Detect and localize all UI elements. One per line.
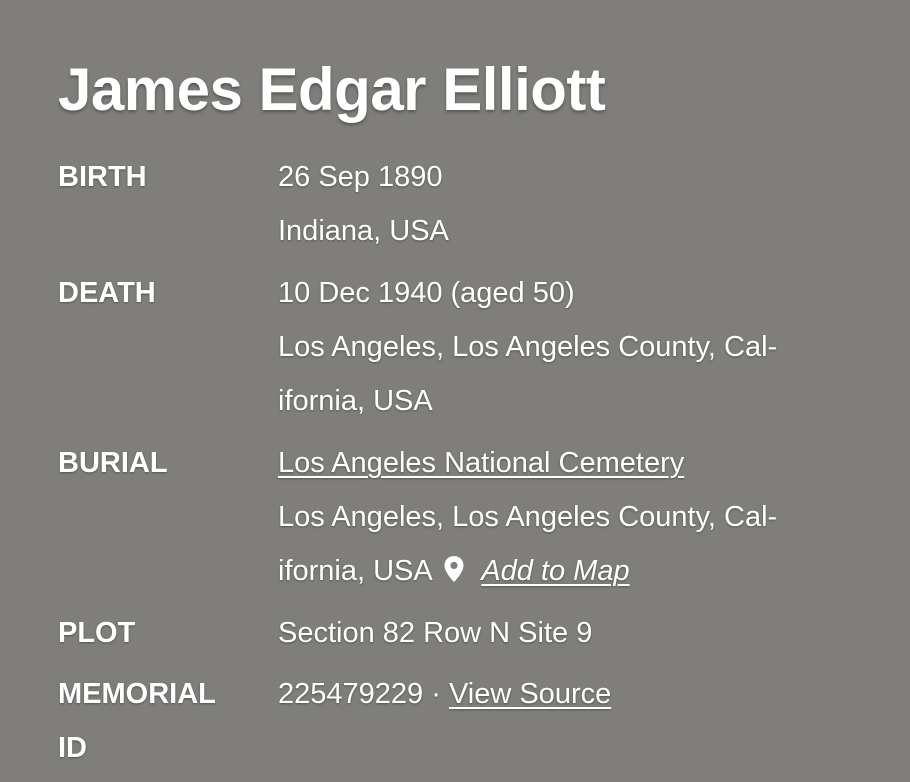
burial-place-line2-wrap: ifornia, USA Add to Map <box>278 544 878 601</box>
birth-label: BIRTH <box>58 161 147 193</box>
page-title: James Edgar Elliott <box>58 56 606 123</box>
death-place-line1: Los Angeles, Los Angeles County, Cal- <box>278 331 778 363</box>
plot-value: Section 82 Row N Site 9 <box>278 606 878 660</box>
cemetery-link[interactable]: Los Angeles National Cemetery <box>278 447 684 479</box>
memorial-header: James Edgar Elliott BIRTH 26 Sep 1890 In… <box>0 0 910 782</box>
memorial-id-value: 225479229 · View Source <box>278 667 878 721</box>
map-pin-icon <box>443 547 465 601</box>
plot-label: PLOT <box>58 617 136 649</box>
birth-value: 26 Sep 1890 Indiana, USA <box>278 150 878 258</box>
death-label: DEATH <box>58 277 156 309</box>
plot-text: Section 82 Row N Site 9 <box>278 617 593 649</box>
add-to-map-link[interactable]: Add to Map <box>481 555 629 587</box>
memorial-id-label-line1: MEMORIAL <box>58 678 216 710</box>
memorial-id-label: MEMORIAL ID <box>58 667 258 775</box>
memorial-id-number: 225479229 <box>278 678 424 710</box>
burial-value: Los Angeles National Cemetery Los Angele… <box>278 436 878 601</box>
death-value: 10 Dec 1940 (aged 50) Los Angeles, Los A… <box>278 266 878 428</box>
birth-date: 26 Sep 1890 <box>278 161 443 193</box>
birth-place: Indiana, USA <box>278 215 449 247</box>
death-date: 10 Dec 1940 (aged 50) <box>278 277 575 309</box>
burial-label: BURIAL <box>58 447 168 479</box>
memorial-id-separator: · <box>431 678 441 710</box>
memorial-id-label-line2: ID <box>58 732 87 764</box>
burial-place-line1: Los Angeles, Los Angeles County, Cal- <box>278 501 778 533</box>
burial-place-line2: ifornia, USA <box>278 555 432 587</box>
view-source-link[interactable]: View Source <box>449 678 611 710</box>
death-place-line2: ifornia, USA <box>278 385 433 417</box>
